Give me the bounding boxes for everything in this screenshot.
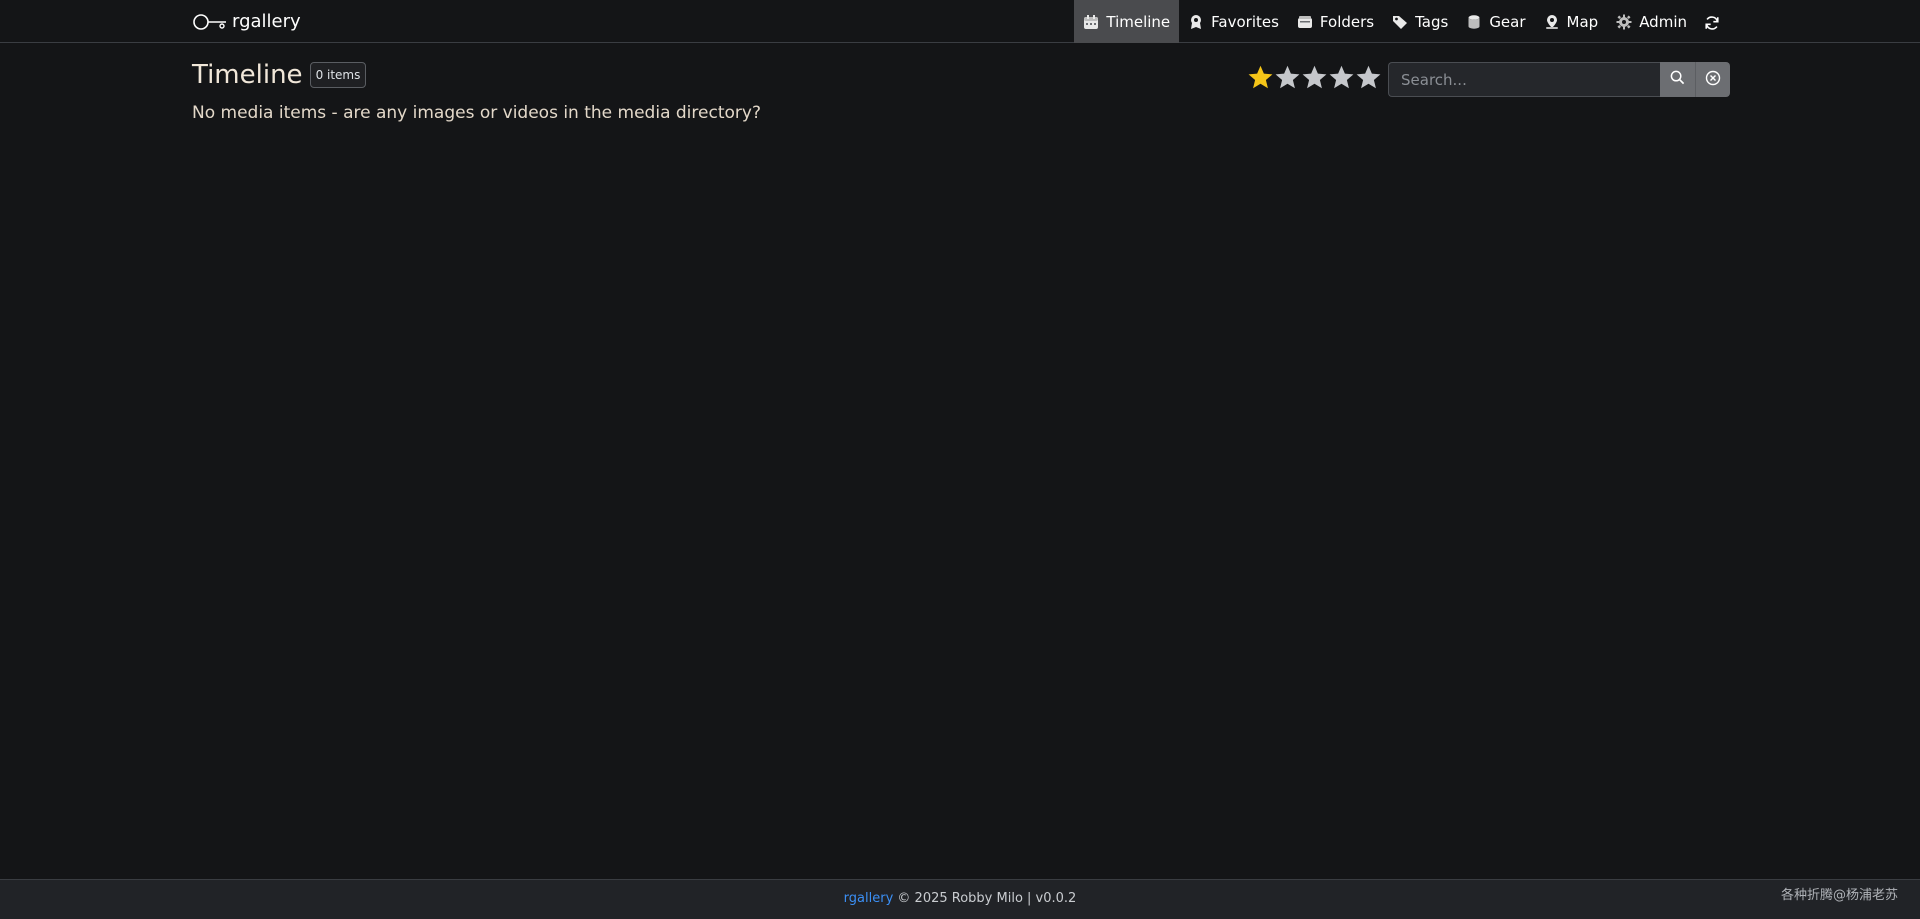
empty-state-message: No media items - are any images or video… <box>192 103 761 123</box>
key-logo-icon <box>193 13 227 30</box>
search-group <box>1388 62 1730 97</box>
nav-gear-label: Gear <box>1489 12 1526 31</box>
tags-icon <box>1392 14 1408 30</box>
footer-copyright: © 2025 Robby Milo | v0.0.2 <box>897 891 1077 906</box>
clear-search-button[interactable] <box>1695 62 1730 97</box>
clear-icon <box>1705 70 1721 90</box>
refresh-icon <box>1704 14 1720 30</box>
nav-map-label: Map <box>1566 12 1599 31</box>
footer: rgallery © 2025 Robby Milo | v0.0.2 <box>0 879 1920 919</box>
folder-icon <box>1297 14 1313 30</box>
nav-gear[interactable]: Gear <box>1457 0 1534 43</box>
nav-map[interactable]: Map <box>1535 0 1608 43</box>
star-4-icon[interactable] <box>1328 64 1355 91</box>
main-nav: Timeline Favorites Folders Tags Gear Map… <box>1074 0 1728 43</box>
rating-filter <box>1247 64 1382 91</box>
nav-admin[interactable]: Admin <box>1607 0 1696 43</box>
nav-folders[interactable]: Folders <box>1288 0 1383 43</box>
gear-icon <box>1616 14 1632 30</box>
database-icon <box>1466 14 1482 30</box>
page-title: Timeline <box>192 60 303 90</box>
footer-brand-link[interactable]: rgallery <box>844 891 894 906</box>
top-navbar: rgallery Timeline Favorites Folders Tags <box>0 0 1920 43</box>
award-icon <box>1188 14 1204 30</box>
nav-favorites[interactable]: Favorites <box>1179 0 1288 43</box>
brand-link[interactable]: rgallery <box>193 0 301 43</box>
star-3-icon[interactable] <box>1301 64 1328 91</box>
nav-tags-label: Tags <box>1415 12 1449 31</box>
footer-text: rgallery © 2025 Robby Milo | v0.0.2 <box>0 891 1920 906</box>
star-5-icon[interactable] <box>1355 64 1382 91</box>
page-header: Timeline 0 items <box>192 60 367 90</box>
brand-label: rgallery <box>232 11 301 32</box>
nav-timeline-label: Timeline <box>1106 12 1171 31</box>
star-2-icon[interactable] <box>1274 64 1301 91</box>
calendar-icon <box>1083 14 1099 30</box>
nav-favorites-label: Favorites <box>1211 12 1279 31</box>
nav-timeline[interactable]: Timeline <box>1074 0 1180 43</box>
search-button[interactable] <box>1660 62 1695 97</box>
star-1-icon[interactable] <box>1247 64 1274 91</box>
nav-tags[interactable]: Tags <box>1383 0 1457 43</box>
nav-folders-label: Folders <box>1319 12 1375 31</box>
watermark: 各种折腾@杨浦老苏 <box>1780 888 1898 903</box>
nav-admin-label: Admin <box>1639 12 1687 31</box>
map-pin-icon <box>1544 14 1560 30</box>
search-icon <box>1670 70 1685 89</box>
refresh-button[interactable] <box>1696 0 1728 43</box>
search-input[interactable] <box>1388 62 1660 97</box>
item-count-badge: 0 items <box>309 62 367 88</box>
